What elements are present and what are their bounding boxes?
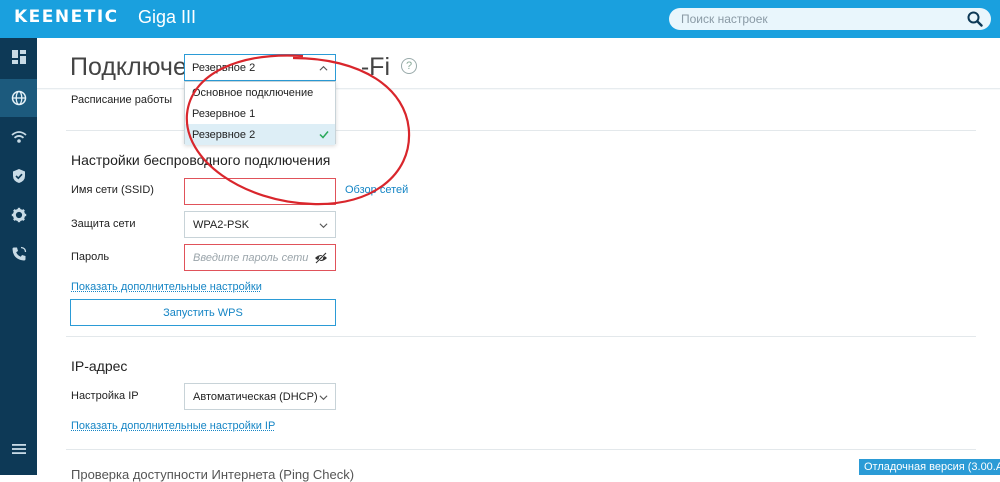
security-value: WPA2-PSK	[193, 218, 250, 231]
ip-heading: IP-адрес	[71, 358, 128, 374]
header-shadow	[37, 88, 1000, 90]
password-field[interactable]	[184, 244, 336, 271]
chevron-down-icon	[319, 395, 328, 401]
shield-icon	[12, 169, 25, 183]
menu-icon	[11, 444, 26, 454]
ssid-input[interactable]	[193, 179, 335, 204]
ssid-field[interactable]	[184, 178, 336, 205]
sidebar-item-dashboard[interactable]	[0, 38, 37, 76]
sidebar-menu-toggle[interactable]	[0, 430, 37, 468]
ip-advanced-link[interactable]: Показать дополнительные настройки IP	[71, 420, 275, 432]
check-icon	[319, 131, 329, 139]
gear-icon	[11, 207, 26, 223]
option-backup-1[interactable]: Резервное 1	[185, 103, 335, 124]
browse-networks-link[interactable]: Обзор сетей	[345, 184, 408, 196]
connection-select-value: Резервное 2	[192, 61, 256, 74]
ip-setting-select[interactable]: Автоматическая (DHCP)	[184, 383, 336, 410]
search-icon[interactable]	[967, 11, 983, 27]
password-label: Пароль	[71, 251, 110, 263]
debug-version-badge: Отладочная версия (3.00.A.1.0-	[859, 459, 1000, 475]
connection-options: Основное подключение Резервное 1 Резервн…	[184, 81, 336, 145]
wireless-heading: Настройки беспроводного подключения	[71, 152, 331, 168]
main-content: Подключе -Fi ? Резервное 2 Основное подкл…	[37, 38, 1000, 482]
schedule-label: Расписание работы	[71, 94, 173, 106]
connection-select[interactable]: Резервное 2	[184, 54, 336, 81]
sidebar-item-security[interactable]	[0, 157, 37, 195]
help-icon[interactable]: ?	[401, 58, 417, 74]
wifi-icon	[10, 131, 27, 143]
eye-off-icon[interactable]	[314, 252, 328, 264]
sidebar-item-settings[interactable]	[0, 196, 37, 234]
globe-icon	[11, 90, 26, 106]
wireless-advanced-link[interactable]: Показать дополнительные настройки	[71, 281, 262, 293]
option-backup-2[interactable]: Резервное 2	[185, 124, 335, 145]
divider	[66, 336, 976, 337]
security-select[interactable]: WPA2-PSK	[184, 211, 336, 238]
ip-setting-value: Автоматическая (DHCP)	[193, 390, 318, 403]
wps-button[interactable]: Запустить WPS	[70, 299, 336, 326]
sidebar-item-wifi[interactable]	[0, 118, 37, 156]
dashboard-icon	[11, 50, 26, 64]
ssid-label: Имя сети (SSID)	[71, 184, 154, 196]
security-label: Защита сети	[71, 218, 136, 230]
device-model: Giga III	[138, 7, 197, 27]
chevron-down-icon	[319, 223, 328, 229]
brand-logo[interactable]: KEENETIC	[14, 7, 119, 27]
phone-icon	[12, 246, 26, 261]
divider	[66, 449, 976, 450]
sidebar	[0, 38, 37, 475]
search-input[interactable]	[669, 8, 991, 30]
chevron-up-icon	[319, 65, 328, 71]
sidebar-item-telephony[interactable]	[0, 235, 37, 273]
option-primary[interactable]: Основное подключение	[185, 82, 335, 103]
top-bar: KEENETIC Giga III	[0, 0, 1000, 38]
sidebar-item-internet[interactable]	[0, 79, 37, 117]
ip-setting-label: Настройка IP	[71, 390, 139, 402]
